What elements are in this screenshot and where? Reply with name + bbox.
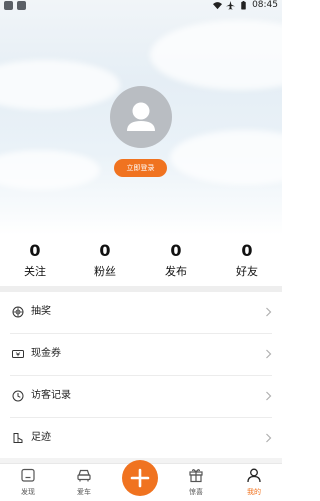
menu-list: 抽奖 现金券 访客记录 足迹 [0, 292, 282, 460]
tab-label: 发现 [21, 488, 35, 496]
app-notification-icon [17, 1, 26, 10]
stat-label: 粉丝 [94, 265, 116, 278]
chevron-right-icon [266, 307, 272, 317]
profile-icon [247, 468, 261, 483]
stat-value: 0 [99, 241, 111, 260]
avatar[interactable] [110, 86, 172, 148]
publish-fab-button[interactable] [122, 460, 158, 496]
stats-row: 0 关注 0 粉丝 0 发布 0 好友 [0, 240, 282, 282]
tab-label: 我的 [247, 488, 261, 496]
tab-car[interactable]: 爱车 [56, 467, 112, 498]
menu-item-footprint[interactable]: 足迹 [10, 418, 272, 460]
tab-discover[interactable]: 发现 [0, 467, 56, 498]
plus-icon [130, 468, 150, 488]
tab-surprise[interactable]: 惊喜 [168, 467, 224, 498]
tab-label: 爱车 [77, 488, 91, 496]
menu-item-label: 现金券 [31, 348, 61, 359]
gift-icon [189, 469, 203, 483]
user-silhouette-icon [127, 102, 155, 131]
stat-value: 0 [29, 241, 41, 260]
menu-item-label: 访客记录 [31, 390, 71, 401]
lottery-icon [12, 306, 24, 318]
menu-item-visitor-records[interactable]: 访客记录 [10, 376, 272, 418]
menu-item-cash-coupon[interactable]: 现金券 [10, 334, 272, 376]
stat-label: 好友 [236, 265, 258, 278]
chevron-right-icon [266, 349, 272, 359]
stat-label: 发布 [165, 265, 187, 278]
status-time: 08:45 [252, 0, 278, 10]
tab-label: 惊喜 [189, 488, 203, 496]
stat-posts[interactable]: 0 发布 [141, 240, 211, 280]
airplane-icon [226, 0, 236, 10]
wifi-icon [213, 1, 223, 9]
stat-value: 0 [241, 241, 253, 260]
menu-item-label: 足迹 [31, 432, 51, 443]
status-bar: 08:45 [0, 0, 282, 14]
menu-item-label: 抽奖 [31, 306, 51, 317]
footprint-icon [13, 433, 23, 443]
stat-fans[interactable]: 0 粉丝 [70, 240, 140, 280]
chevron-right-icon [266, 433, 272, 443]
chevron-right-icon [266, 391, 272, 401]
stat-friends[interactable]: 0 好友 [212, 240, 282, 280]
discover-icon [21, 468, 35, 482]
battery-icon [241, 0, 246, 10]
clock-icon [12, 390, 24, 402]
stat-following[interactable]: 0 关注 [0, 240, 70, 280]
cash-coupon-icon [12, 350, 24, 358]
stat-label: 关注 [24, 265, 46, 278]
tab-mine[interactable]: 我的 [226, 467, 282, 498]
notification-icon [4, 1, 13, 10]
car-icon [77, 469, 91, 482]
login-button[interactable]: 立即登录 [114, 159, 167, 177]
menu-item-lottery[interactable]: 抽奖 [10, 292, 272, 334]
stat-value: 0 [170, 241, 182, 260]
